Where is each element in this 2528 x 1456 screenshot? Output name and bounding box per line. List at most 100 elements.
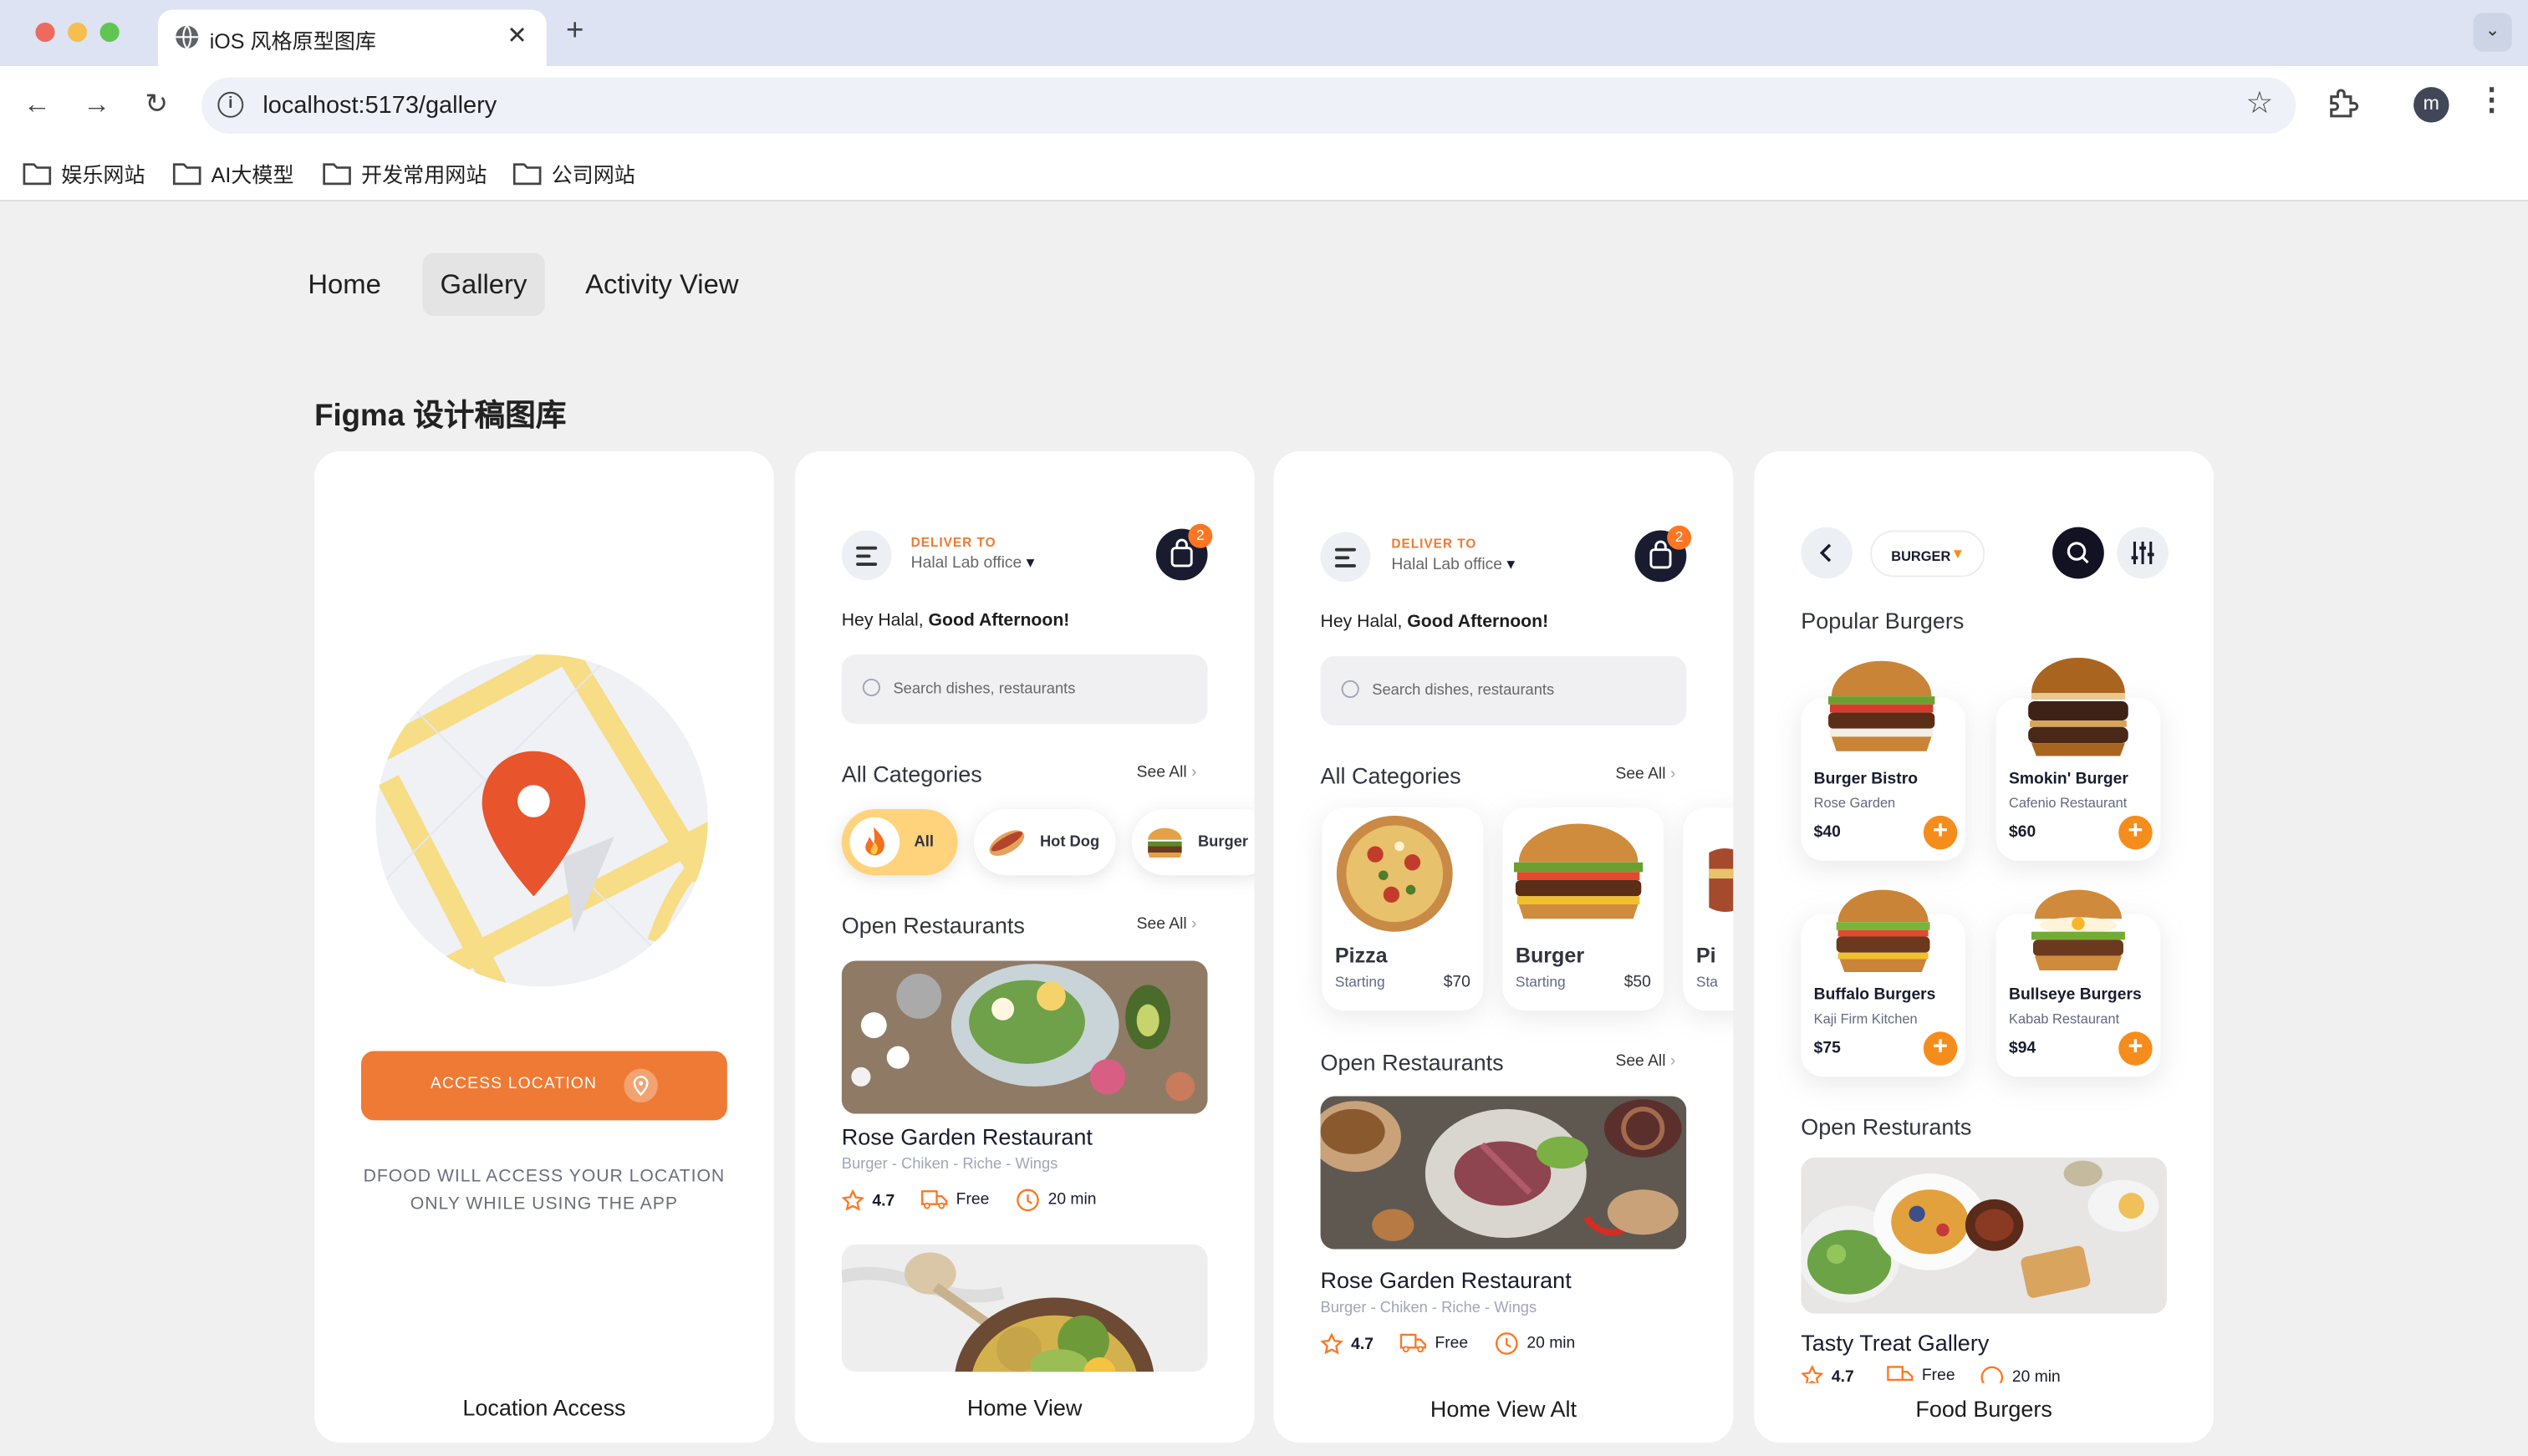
search-placeholder: Search dishes, restaurants <box>893 680 1076 699</box>
delivery-location[interactable]: Halal Lab office ▾ <box>911 554 1035 572</box>
rating: 4.7 <box>841 1189 894 1212</box>
burger-restaurant: Kabab Restaurant <box>2009 1011 2120 1027</box>
minimize-window-button[interactable] <box>68 23 88 43</box>
category-filter-dropdown[interactable]: BURGER ▾ <box>1870 530 1985 578</box>
extensions-icon[interactable] <box>2323 85 2362 124</box>
delivery-fee-value: Free <box>1435 1333 1469 1352</box>
gallery-card-home-view-alt[interactable]: DELIVER TO Halal Lab office ▾ 2 Hey Hala… <box>1273 451 1734 1443</box>
nav-activity-view[interactable]: Activity View <box>568 253 757 316</box>
bookmark-folder[interactable]: 娱乐网站 <box>23 153 145 191</box>
burger-price: $40 <box>1813 823 1841 842</box>
restaurant-photo[interactable] <box>841 1244 1208 1372</box>
nav-home[interactable]: Home <box>290 253 399 316</box>
cart-button[interactable]: 2 <box>1634 525 1692 583</box>
access-location-button[interactable]: ACCESS LOCATION <box>361 1051 727 1121</box>
open-restaurants-title: Open Restaurants <box>1320 1049 1504 1076</box>
category-price: $70 <box>1443 973 1470 992</box>
url-text: localhost:5173/gallery <box>262 91 497 120</box>
see-all-restaurants-link[interactable]: See All › <box>1137 915 1197 933</box>
see-all-categories-link[interactable]: See All › <box>1137 764 1197 781</box>
cart-button[interactable]: 2 <box>1155 523 1213 581</box>
gallery-card-location-access[interactable]: ACCESS LOCATION DFOOD WILL ACCESS YOUR L… <box>314 451 774 1443</box>
bookmarks-bar: 娱乐网站 AI大模型 开发常用网站 公司网站 <box>0 143 2528 202</box>
address-bar[interactable]: i localhost:5173/gallery ☆ <box>201 77 2296 135</box>
greeting-name: Hey Halal, <box>1320 612 1408 633</box>
greeting-name: Hey Halal, <box>841 610 929 631</box>
category-card-pizza[interactable]: Pizza Starting $70 <box>1322 807 1484 1011</box>
search-icon[interactable] <box>2052 527 2104 579</box>
see-all-restaurants-link[interactable]: See All › <box>1615 1052 1675 1070</box>
clock-icon <box>1495 1332 1518 1355</box>
browser-tab[interactable]: iOS 风格原型图库 ✕ <box>158 9 547 67</box>
category-name: Pi <box>1695 943 1716 968</box>
burger-price: $60 <box>2009 823 2036 842</box>
filter-sliders-icon[interactable] <box>2117 527 2169 579</box>
add-to-cart-button[interactable]: + <box>2118 815 2153 850</box>
bookmark-star-icon[interactable]: ☆ <box>2245 85 2273 122</box>
new-tab-button[interactable]: + <box>566 14 584 49</box>
hamburger-menu-icon[interactable] <box>841 530 892 581</box>
search-input[interactable]: Search dishes, restaurants <box>841 654 1208 724</box>
category-chip-burger[interactable]: Burger <box>1131 809 1255 876</box>
delivery-truck-icon <box>1399 1333 1427 1353</box>
delivery-location[interactable]: Halal Lab office ▾ <box>1391 556 1515 573</box>
bookmark-folder[interactable]: 公司网站 <box>512 153 635 191</box>
restaurant-photo[interactable] <box>1320 1096 1687 1250</box>
card-caption: Food Burgers <box>1915 1396 2052 1423</box>
forward-button[interactable]: → <box>78 85 116 124</box>
zoom-window-button[interactable] <box>99 23 120 43</box>
close-tab-icon[interactable]: ✕ <box>507 21 527 50</box>
folder-icon <box>323 162 351 185</box>
category-price: $50 <box>1623 973 1651 992</box>
category-chip-hot-dog[interactable]: Hot Dog <box>973 809 1116 876</box>
delivery-time-value: 20 min <box>2011 1368 2061 1383</box>
category-card-burger[interactable]: Burger Starting $50 <box>1502 807 1664 1011</box>
restaurant-photo[interactable] <box>1801 1157 2168 1314</box>
browser-window: iOS 风格原型图库 ✕ + ⌄ ← → ↻ i localhost:5173/… <box>0 0 2528 1456</box>
gallery-card-home-view[interactable]: DELIVER TO Halal Lab office ▾ 2 Hey Hala… <box>794 451 1255 1443</box>
delivery-truck-icon <box>921 1190 948 1209</box>
popular-burgers-title: Popular Burgers <box>1801 608 1965 634</box>
bookmark-label: AI大模型 <box>211 161 294 186</box>
category-chip-all[interactable]: All <box>841 809 958 876</box>
search-input[interactable]: Search dishes, restaurants <box>1320 655 1687 725</box>
hamburger-menu-icon[interactable] <box>1320 532 1371 583</box>
chevron-right-icon: › <box>1191 915 1197 934</box>
star-icon <box>841 1189 864 1211</box>
nav-gallery[interactable]: Gallery <box>422 252 545 317</box>
bookmark-folder[interactable]: 开发常用网站 <box>323 153 487 191</box>
burger-name: Smokin' Burger <box>2009 770 2128 789</box>
burger-image <box>2028 657 2128 756</box>
see-all-categories-link[interactable]: See All › <box>1615 766 1675 783</box>
globe-icon <box>176 25 199 49</box>
bookmark-folder[interactable]: AI大模型 <box>172 153 294 191</box>
pizza-image <box>1336 815 1453 932</box>
gallery-card-food-burgers[interactable]: BURGER ▾ Popular Burgers Burger Bistro R… <box>1754 451 2214 1443</box>
add-to-cart-button[interactable]: + <box>1923 815 1958 850</box>
see-all-label: See All <box>1136 915 1187 934</box>
deliver-to-label: DELIVER TO <box>1391 537 1477 552</box>
profile-avatar[interactable]: m <box>2413 87 2449 123</box>
add-to-cart-button[interactable]: + <box>1923 1031 1958 1066</box>
delivery-fee: Free <box>1886 1366 1955 1383</box>
category-starting-label: Starting <box>1334 973 1385 990</box>
site-info-icon[interactable]: i <box>217 91 244 118</box>
add-to-cart-button[interactable]: + <box>2118 1031 2153 1066</box>
tab-title: iOS 风格原型图库 <box>209 28 376 53</box>
chip-label: Burger <box>1197 833 1249 852</box>
category-card-partial[interactable]: Pi Sta <box>1683 807 1734 1011</box>
reload-button[interactable]: ↻ <box>137 85 176 124</box>
tab-search-button[interactable]: ⌄ <box>2473 13 2512 52</box>
rating: 4.7 <box>1801 1365 1854 1383</box>
fire-icon <box>849 817 900 868</box>
restaurant-photo[interactable] <box>841 960 1208 1114</box>
browser-menu-icon[interactable]: ⋮ <box>2476 82 2507 119</box>
card-caption: Home View <box>966 1394 1083 1421</box>
greeting-time: Good Afternoon! <box>928 610 1070 631</box>
burger-image <box>1828 660 1935 751</box>
all-categories-title: All Categories <box>1320 762 1461 789</box>
close-window-button[interactable] <box>35 23 55 43</box>
back-arrow-icon[interactable] <box>1801 527 1853 579</box>
deliver-to-label: DELIVER TO <box>910 535 996 550</box>
back-button[interactable]: ← <box>18 85 56 124</box>
